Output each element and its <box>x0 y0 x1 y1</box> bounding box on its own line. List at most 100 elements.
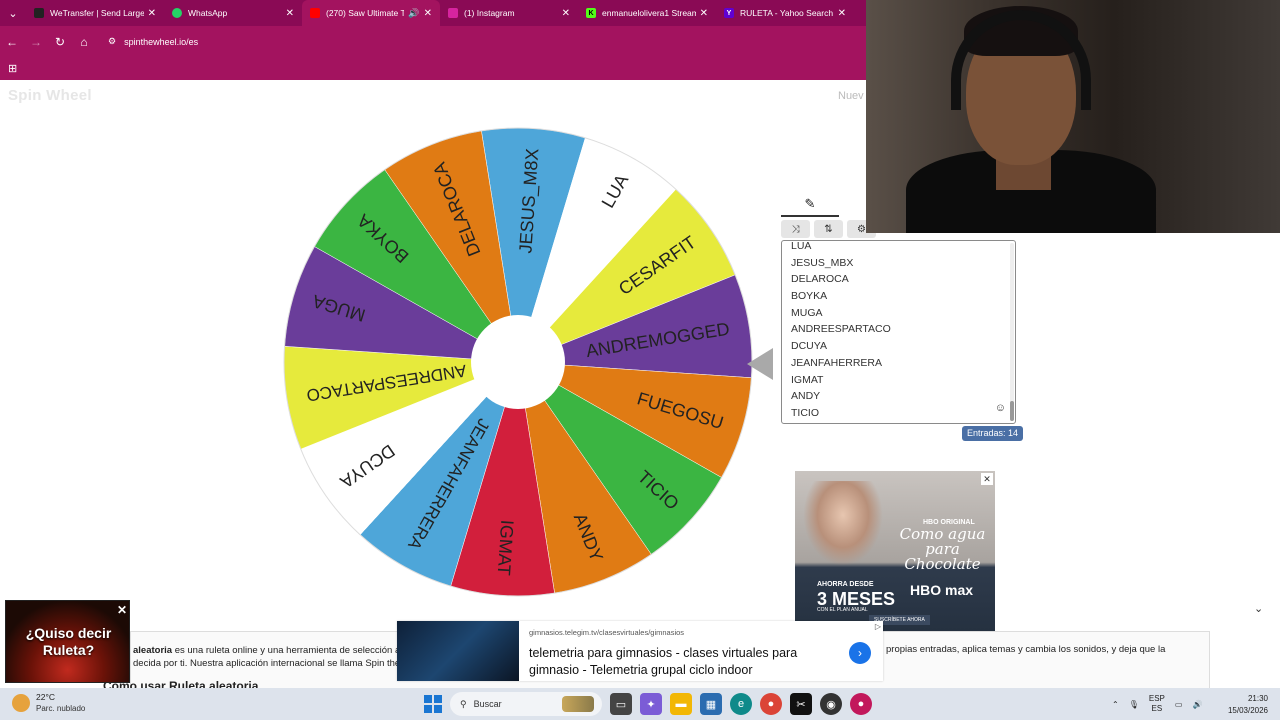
wheel-segment-label: IGMAT <box>494 519 518 576</box>
chevron-down-icon[interactable]: ⌄ <box>1254 602 1263 615</box>
shuffle-button[interactable]: ⤨ <box>781 220 810 238</box>
taskbar-apps: ⚲ Buscar ▭ ✦ ▬ ▦ e ● ✂ ◉ ● <box>424 692 872 716</box>
taskbar-search[interactable]: ⚲ Buscar <box>450 692 602 716</box>
sort-button[interactable]: ⇅ <box>814 220 843 238</box>
chevron-up-icon[interactable]: ⌃ <box>1112 700 1119 709</box>
hbo-max-logo: HBO max <box>910 582 974 598</box>
microphone-icon[interactable]: 🎙 <box>1129 700 1139 709</box>
close-icon[interactable]: ✕ <box>286 8 294 19</box>
entry-item: ANDREESPARTACO <box>791 323 891 336</box>
edge-icon[interactable]: e <box>730 693 752 715</box>
tab-youtube[interactable]: (270) Saw Ultimate Th 🔊 ✕ <box>302 0 440 26</box>
entry-item: BOYKA <box>791 290 828 303</box>
search-highlight-icon <box>562 696 594 712</box>
ad-close-icon[interactable]: ✕ <box>981 473 993 485</box>
entries-count-badge: Entradas: 14 <box>962 426 1024 441</box>
search-icon: ⚲ <box>460 698 467 709</box>
copilot-icon[interactable]: ✦ <box>640 693 662 715</box>
address-bar[interactable]: ⚙ spinthewheel.io/es <box>108 36 198 47</box>
arrow-right-icon[interactable]: › <box>849 642 871 664</box>
banner-ad-title[interactable]: telemetria para gimnasios - clases virtu… <box>529 645 849 679</box>
screen: { "browser": { "tabs": [ {"title": "WeTr… <box>0 0 1280 720</box>
edit-tab[interactable]: ✎ <box>781 193 839 217</box>
clock-date: 15/03/2026 <box>1227 706 1268 715</box>
close-icon[interactable]: ✕ <box>424 8 432 19</box>
home-icon[interactable]: ⌂ <box>72 35 96 49</box>
bookmarks-bar: ⊞ <box>0 57 866 80</box>
entries-tabs: ✎ <box>781 193 871 217</box>
chrome-profile-icon[interactable]: ● <box>850 693 872 715</box>
apps-grid-icon[interactable]: ⊞ <box>8 62 17 75</box>
volume-icon[interactable]: 🔊 <box>1192 700 1202 709</box>
forward-icon[interactable]: → <box>24 35 48 49</box>
file-explorer-icon[interactable]: ▬ <box>670 693 692 715</box>
obs-icon[interactable]: ◉ <box>820 693 842 715</box>
tab-kick[interactable]: K enmanuelolivera1 Stream ✕ <box>578 0 716 26</box>
windows-start-icon[interactable] <box>424 695 442 713</box>
entry-item: DCUYA <box>791 340 827 353</box>
entry-item: LUA <box>791 240 812 252</box>
close-icon[interactable]: ✕ <box>700 8 708 19</box>
entry-item: ANDY <box>791 390 821 403</box>
capcut-icon[interactable]: ✂ <box>790 693 812 715</box>
webcam-overlay <box>866 0 1280 233</box>
tab-wetransfer[interactable]: WeTransfer | Send Large F ✕ <box>26 0 164 26</box>
tab-title: (1) Instagram <box>464 8 515 18</box>
entry-item: DELAROCA <box>791 273 849 286</box>
tab-yahoo[interactable]: Y RULETA - Yahoo Search T ✕ <box>716 0 854 26</box>
banner-ad-url: gimnasios.telegim.tv/clasesvirtuales/gim… <box>529 628 685 637</box>
description-bold: aleatoria <box>133 645 173 656</box>
gym-banner-ad[interactable]: gimnasios.telegim.tv/clasesvirtuales/gim… <box>397 621 883 681</box>
tab-strip: ⌄ WeTransfer | Send Large F ✕ WhatsApp ✕… <box>0 0 866 26</box>
popup-close-icon[interactable]: ✕ <box>117 603 127 617</box>
display-icon[interactable]: ▭ <box>1175 700 1183 709</box>
tab-title: WhatsApp <box>188 8 228 18</box>
scrollbar[interactable] <box>1010 243 1014 421</box>
store-icon[interactable]: ▦ <box>700 693 722 715</box>
address-toolbar: ← → ↻ ⌂ ⚙ spinthewheel.io/es <box>0 26 866 57</box>
scroll-thumb[interactable] <box>1010 401 1014 421</box>
ruleta-popup-ad[interactable]: ¿Quiso decir Ruleta? ✕ <box>5 600 130 683</box>
language-bottom: ES <box>1151 704 1163 713</box>
emoji-icon[interactable]: ☺ <box>995 402 1006 414</box>
entry-item: JESUS_MBX <box>791 256 854 269</box>
tab-instagram[interactable]: (1) Instagram ✕ <box>440 0 578 26</box>
banner-ad-image <box>397 621 519 681</box>
spin-wheel[interactable]: JESUS_M8X LUACESARFITANDREMOGGEDFUEGOSUTI… <box>280 124 756 600</box>
task-view-icon[interactable]: ▭ <box>610 693 632 715</box>
clock[interactable]: 21:30 15/03/2026 <box>1222 693 1268 717</box>
settings-icon: ⚙ <box>857 223 866 235</box>
entries-textarea[interactable]: LUA JESUS_MBX DELAROCA BOYKA MUGA ANDREESPART… <box>781 240 1016 424</box>
language-indicator[interactable]: ESP ES <box>1149 694 1165 714</box>
close-icon[interactable]: ✕ <box>838 8 846 19</box>
description-text-right: propias entradas, aplica temas y cambia … <box>886 644 1166 655</box>
entries-list: LUA JESUS_MBX DELAROCA BOYKA MUGA ANDREESPART… <box>782 240 1015 422</box>
chrome-icon[interactable]: ● <box>760 693 782 715</box>
close-icon[interactable]: ✕ <box>562 8 570 19</box>
reload-icon[interactable]: ↻ <box>48 35 72 49</box>
description-text-1: es una ruleta online y una herramienta d… <box>172 645 403 656</box>
entry-item: IGMAT <box>791 373 824 386</box>
ad-offer-plan: CON EL PLAN ANUAL <box>817 607 868 613</box>
yahoo-icon: Y <box>724 8 734 18</box>
description-text-2: decida por ti. Nuestra aplicación intern… <box>133 658 412 669</box>
weather-temp: 22°C <box>36 692 55 702</box>
sort-icon: ⇅ <box>824 223 833 235</box>
entry-item: JEANFAHERRERA <box>791 356 883 369</box>
ad-info-icon[interactable]: ▷ <box>875 622 881 631</box>
site-info-icon[interactable]: ⚙ <box>108 36 116 47</box>
tab-whatsapp[interactable]: WhatsApp ✕ <box>164 0 302 26</box>
wheel-center-button[interactable] <box>471 315 565 409</box>
new-button[interactable]: Nuev <box>838 90 864 102</box>
search-placeholder: Buscar <box>473 699 502 709</box>
weather-desc: Parc. nublado <box>36 704 86 713</box>
back-icon[interactable]: ← <box>0 35 24 49</box>
weather-icon <box>12 694 30 712</box>
weather-widget[interactable]: 22°C Parc. nublado <box>12 692 85 714</box>
clock-time: 21:30 <box>1247 694 1268 703</box>
tab-search-button[interactable]: ⌄ <box>0 0 26 26</box>
site-logo[interactable]: Spin Wheel <box>8 87 92 104</box>
hbo-ad[interactable]: HBO ORIGINAL Como agua para Chocolate AH… <box>795 471 995 637</box>
speaker-icon[interactable]: 🔊 <box>408 8 419 19</box>
close-icon[interactable]: ✕ <box>148 8 156 19</box>
